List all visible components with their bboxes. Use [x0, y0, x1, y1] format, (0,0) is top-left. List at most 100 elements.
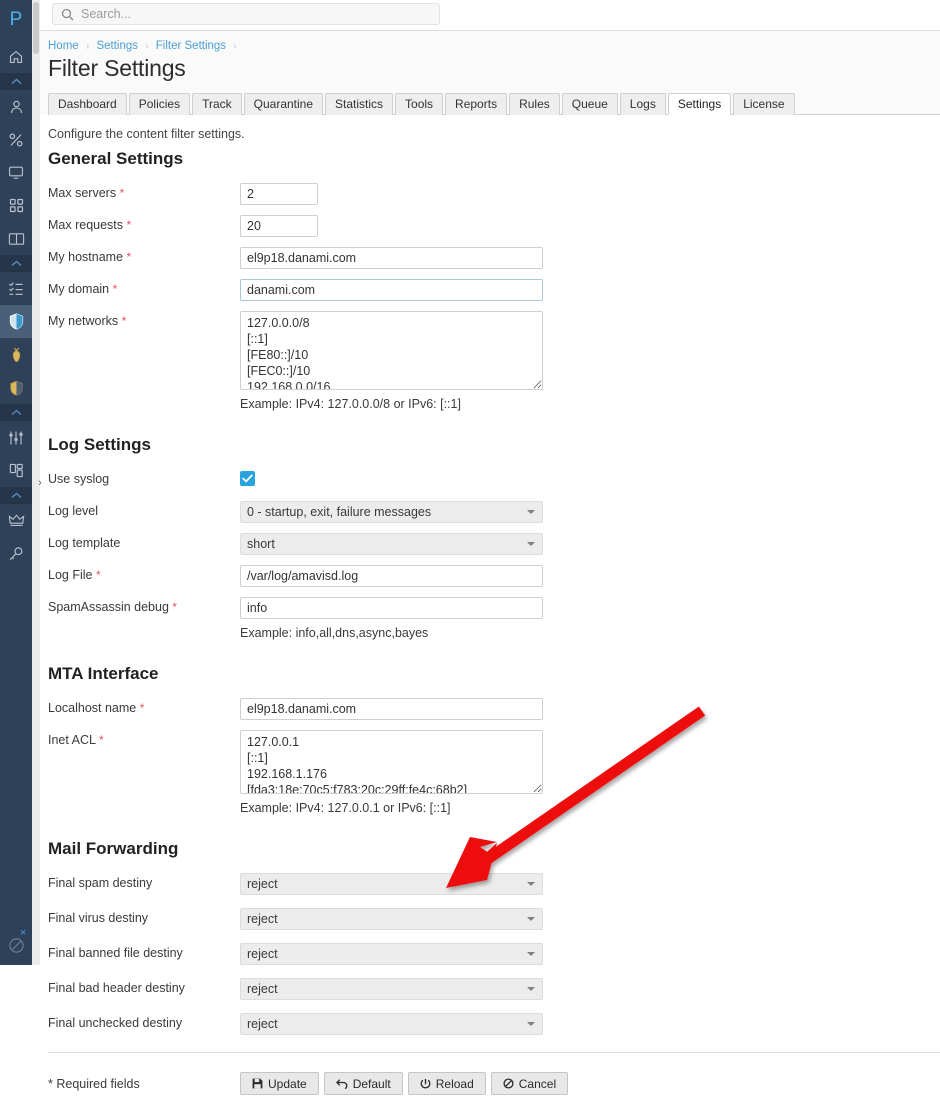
- field-row-max-servers: Max servers *: [48, 183, 940, 205]
- input-my-domain[interactable]: [240, 279, 543, 301]
- hint-my-networks: Example: IPv4: 127.0.0.0/8 or IPv6: [::1…: [240, 397, 461, 411]
- input-max-requests[interactable]: [240, 215, 318, 237]
- breadcrumb-item-filter-settings[interactable]: Filter Settings: [156, 40, 226, 52]
- label-use-syslog: Use syslog: [48, 472, 110, 486]
- sidebar-item-block[interactable]: [0, 937, 32, 957]
- label-text: Max requests: [48, 218, 124, 232]
- tab-track[interactable]: Track: [192, 93, 242, 115]
- tab-logs[interactable]: Logs: [619, 93, 666, 115]
- sidebar-item-docs[interactable]: [0, 222, 32, 255]
- field-row-use-syslog: Use syslog: [48, 469, 940, 491]
- textarea-my-networks[interactable]: 127.0.0.0/8 [::1] [FE80::]/10 [FEC0::]/1…: [240, 311, 543, 390]
- label-my-hostname: My hostname *: [48, 247, 240, 264]
- sidebar-item-layout[interactable]: [0, 454, 32, 487]
- settings-form: Configure the content filter settings. G…: [40, 115, 940, 1102]
- sidebar-group-collapse-2[interactable]: [0, 255, 32, 272]
- tab-policies[interactable]: Policies: [128, 93, 191, 115]
- search-input[interactable]: Search...: [52, 3, 440, 25]
- field-row-final-virus-destiny: Final virus destiny reject: [48, 908, 940, 933]
- sidebar-item-users[interactable]: [0, 90, 32, 123]
- sidebar-group-collapse-1[interactable]: [0, 73, 32, 90]
- form-footer: * Required fields Update Default Reload …: [48, 1052, 940, 1102]
- sidebar-close-icon[interactable]: ×: [20, 928, 26, 939]
- key-icon: [8, 546, 24, 562]
- label-text: My networks: [48, 314, 119, 328]
- chevron-down-icon: [527, 1022, 535, 1026]
- select-value: reject: [247, 982, 278, 996]
- cancel-button-label: Cancel: [518, 1076, 557, 1091]
- checkbox-use-syslog[interactable]: [240, 471, 255, 486]
- reload-button[interactable]: Reload: [407, 1072, 486, 1095]
- field-row-log-level: Log level 0 - startup, exit, failure mes…: [48, 501, 940, 523]
- breadcrumb-separator-icon: ›: [85, 41, 90, 52]
- bug-icon: [9, 347, 24, 363]
- sidebar-item-home[interactable]: [0, 40, 32, 73]
- tab-statistics[interactable]: Statistics: [325, 93, 394, 115]
- label-inet-acl: Inet ACL *: [48, 730, 240, 747]
- field-row-final-spam-destiny: Final spam destiny reject: [48, 873, 940, 898]
- label-text: Max servers: [48, 186, 117, 200]
- input-log-file[interactable]: [240, 565, 543, 587]
- tab-reports[interactable]: Reports: [445, 93, 508, 115]
- grid-icon: [9, 198, 24, 213]
- sidebar-item-monitor[interactable]: [0, 156, 32, 189]
- tab-settings[interactable]: Settings: [667, 93, 732, 115]
- app-logo[interactable]: P: [0, 0, 32, 40]
- breadcrumb-item-settings[interactable]: Settings: [96, 40, 138, 52]
- select-value: reject: [247, 1017, 278, 1031]
- tab-license[interactable]: License: [733, 93, 795, 115]
- tab-quarantine[interactable]: Quarantine: [243, 93, 324, 115]
- tab-queue[interactable]: Queue: [561, 93, 618, 115]
- select-value: reject: [247, 947, 278, 961]
- required-marker: *: [121, 314, 127, 328]
- input-max-servers[interactable]: [240, 183, 318, 205]
- default-button-label: Default: [352, 1076, 391, 1091]
- required-marker: *: [112, 282, 118, 296]
- sidebar-group-collapse-3[interactable]: [0, 404, 32, 421]
- sidebar-group-collapse-4[interactable]: [0, 487, 32, 504]
- label-final-virus-destiny: Final virus destiny: [48, 911, 149, 925]
- label-text: Log File: [48, 568, 93, 582]
- select-final-spam-destiny[interactable]: reject: [240, 873, 543, 895]
- update-button[interactable]: Update: [240, 1072, 319, 1095]
- sidebar-item-access[interactable]: [0, 537, 32, 570]
- sidebar-item-tasks[interactable]: [0, 272, 32, 305]
- crown-icon: [8, 513, 25, 528]
- input-localhost-name[interactable]: [240, 698, 543, 720]
- sidebar-item-tuning[interactable]: [0, 421, 32, 454]
- sidebar-item-rates[interactable]: [0, 123, 32, 156]
- select-final-bad-header-destiny[interactable]: reject: [240, 978, 543, 1000]
- section-heading-log: Log Settings: [48, 435, 151, 454]
- cancel-button[interactable]: Cancel: [490, 1072, 569, 1095]
- sidebar-scrollbar-thumb[interactable]: [33, 2, 39, 54]
- sidebar-item-filter-settings[interactable]: [0, 305, 32, 338]
- sidebar-item-apps[interactable]: [0, 189, 32, 222]
- required-fields-note: * Required fields: [48, 1076, 140, 1091]
- sidebar-expand-chevron-icon[interactable]: ›: [33, 472, 47, 494]
- required-marker: *: [126, 218, 132, 232]
- sidebar-item-threats[interactable]: [0, 338, 32, 371]
- chevron-down-icon: [527, 510, 535, 514]
- tab-tools[interactable]: Tools: [395, 93, 444, 115]
- tab-dashboard[interactable]: Dashboard: [48, 93, 127, 115]
- select-log-level[interactable]: 0 - startup, exit, failure messages: [240, 501, 543, 523]
- select-final-unchecked-destiny[interactable]: reject: [240, 1013, 543, 1035]
- tab-rules[interactable]: Rules: [509, 93, 560, 115]
- required-marker: *: [126, 250, 132, 264]
- field-row-log-template: Log template short: [48, 533, 940, 555]
- breadcrumb-item-home[interactable]: Home: [48, 40, 79, 52]
- default-button[interactable]: Default: [323, 1072, 403, 1095]
- sidebar-item-license[interactable]: [0, 504, 32, 537]
- block-icon: [8, 937, 25, 957]
- input-my-hostname[interactable]: [240, 247, 543, 269]
- hint-spamassassin-debug: Example: info,all,dns,async,bayes: [240, 626, 429, 640]
- chevron-down-icon: [527, 917, 535, 921]
- select-log-template[interactable]: short: [240, 533, 543, 555]
- sidebar-item-antivirus[interactable]: [0, 371, 32, 404]
- input-spamassassin-debug[interactable]: [240, 597, 543, 619]
- select-final-virus-destiny[interactable]: reject: [240, 908, 543, 930]
- textarea-inet-acl[interactable]: 127.0.0.1 [::1] 192.168.1.176 [fda3:18e:…: [240, 730, 543, 794]
- select-final-banned-file-destiny[interactable]: reject: [240, 943, 543, 965]
- checklist-icon: [8, 281, 24, 296]
- required-marker: *: [119, 186, 125, 200]
